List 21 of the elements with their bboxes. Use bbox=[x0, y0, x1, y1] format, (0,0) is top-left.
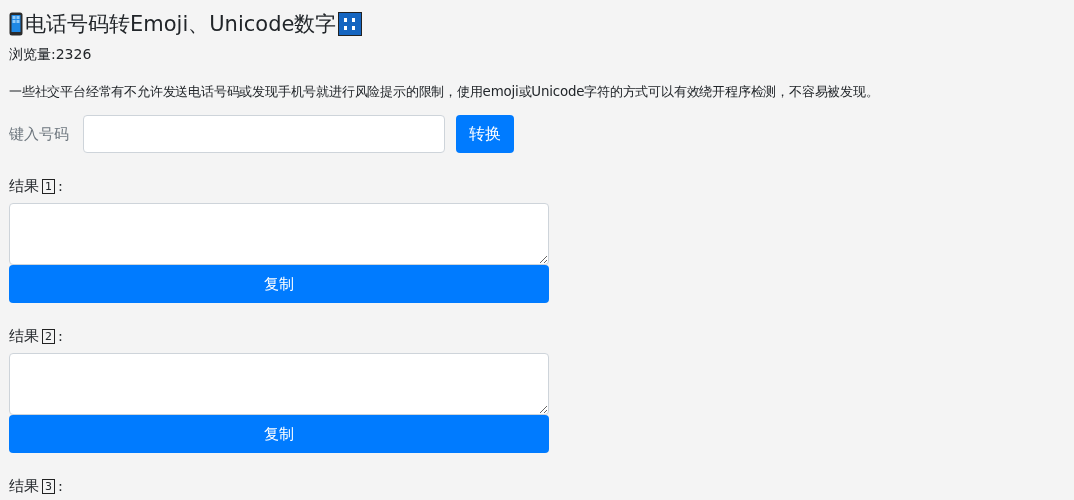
convert-button[interactable]: 转换 bbox=[456, 115, 514, 153]
colon-text: : bbox=[58, 478, 63, 494]
description-text: 一些社交平台经常有不允许发送电话号码或发现手机号就进行风险提示的限制，使用emoji或Unicode字符的方式可以有效绕开程序检测，不容易被发现。 bbox=[9, 83, 880, 101]
input-label: 键入号码 bbox=[9, 124, 70, 144]
phone-input-field[interactable] bbox=[83, 115, 445, 153]
result-text-area[interactable] bbox=[9, 353, 549, 415]
colon-text: : bbox=[58, 178, 63, 194]
result-label: 结果 bbox=[9, 328, 39, 344]
result-text-area[interactable] bbox=[9, 203, 549, 265]
number-grid-icon bbox=[338, 12, 363, 36]
view-count: 浏览量:2326 bbox=[9, 46, 93, 64]
colon-text: : bbox=[58, 328, 63, 344]
result-number: 2 bbox=[42, 328, 55, 344]
copy-button[interactable]: 复制 bbox=[9, 415, 549, 453]
copy-button[interactable]: 复制 bbox=[9, 265, 549, 303]
mobile-phone-icon bbox=[9, 12, 23, 36]
result-label: 结果 bbox=[9, 478, 39, 494]
result-number: 3 bbox=[42, 478, 55, 494]
page-title: 电话号码转Emoji、Unicode数字 bbox=[25, 11, 337, 38]
result-label: 结果 bbox=[9, 178, 39, 194]
result-number: 1 bbox=[42, 178, 55, 194]
